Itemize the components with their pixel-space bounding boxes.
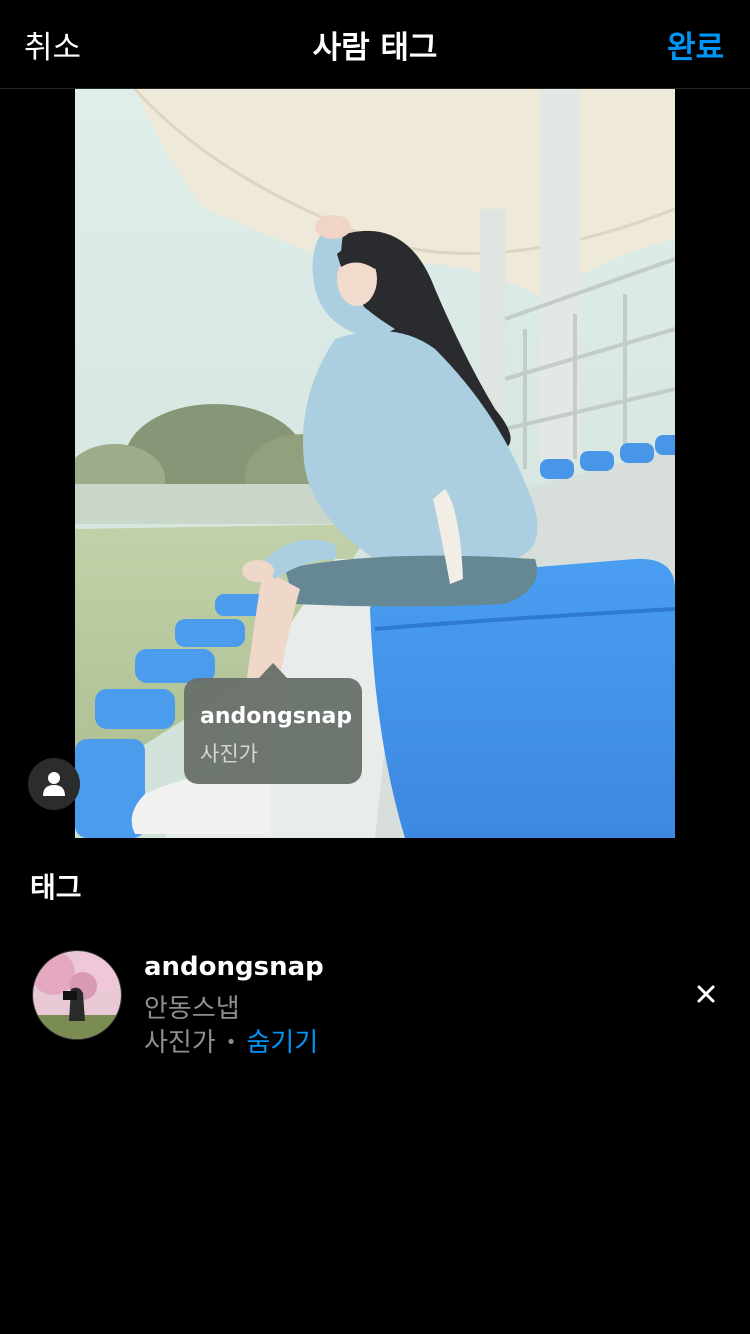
tags-section-title: 태그 [30, 871, 82, 904]
photo-tag-username: andongsnap [200, 704, 353, 729]
avatar [32, 950, 122, 1040]
separator-dot: • [225, 1032, 237, 1053]
close-icon [697, 985, 715, 1003]
hide-button[interactable]: 숨기기 [246, 1028, 318, 1058]
tagged-role: 사진가 [144, 1028, 216, 1058]
cancel-button[interactable]: 취소 [24, 22, 81, 67]
tagged-username: andongsnap [144, 952, 324, 982]
page-title: 사람 태그 [312, 30, 438, 66]
top-navigation-bar: 취소 사람 태그 완료 [0, 0, 750, 89]
photo-image [75, 89, 675, 838]
photo-tag-role: 사진가 [200, 742, 258, 766]
person-icon [43, 772, 65, 796]
photo-tag-label[interactable]: andongsnap 사진가 [184, 663, 362, 784]
tagged-full-name: 안동스냅 [144, 994, 240, 1024]
remove-tag-button[interactable] [692, 980, 720, 1008]
tagged-meta: 사진가 • 숨기기 [144, 1022, 318, 1059]
list-item[interactable]: andongsnap 안동스냅 사진가 • 숨기기 [0, 940, 750, 1060]
show-tags-button[interactable] [28, 758, 80, 810]
tag-photo[interactable] [75, 89, 675, 838]
done-button[interactable]: 완료 [667, 22, 724, 67]
